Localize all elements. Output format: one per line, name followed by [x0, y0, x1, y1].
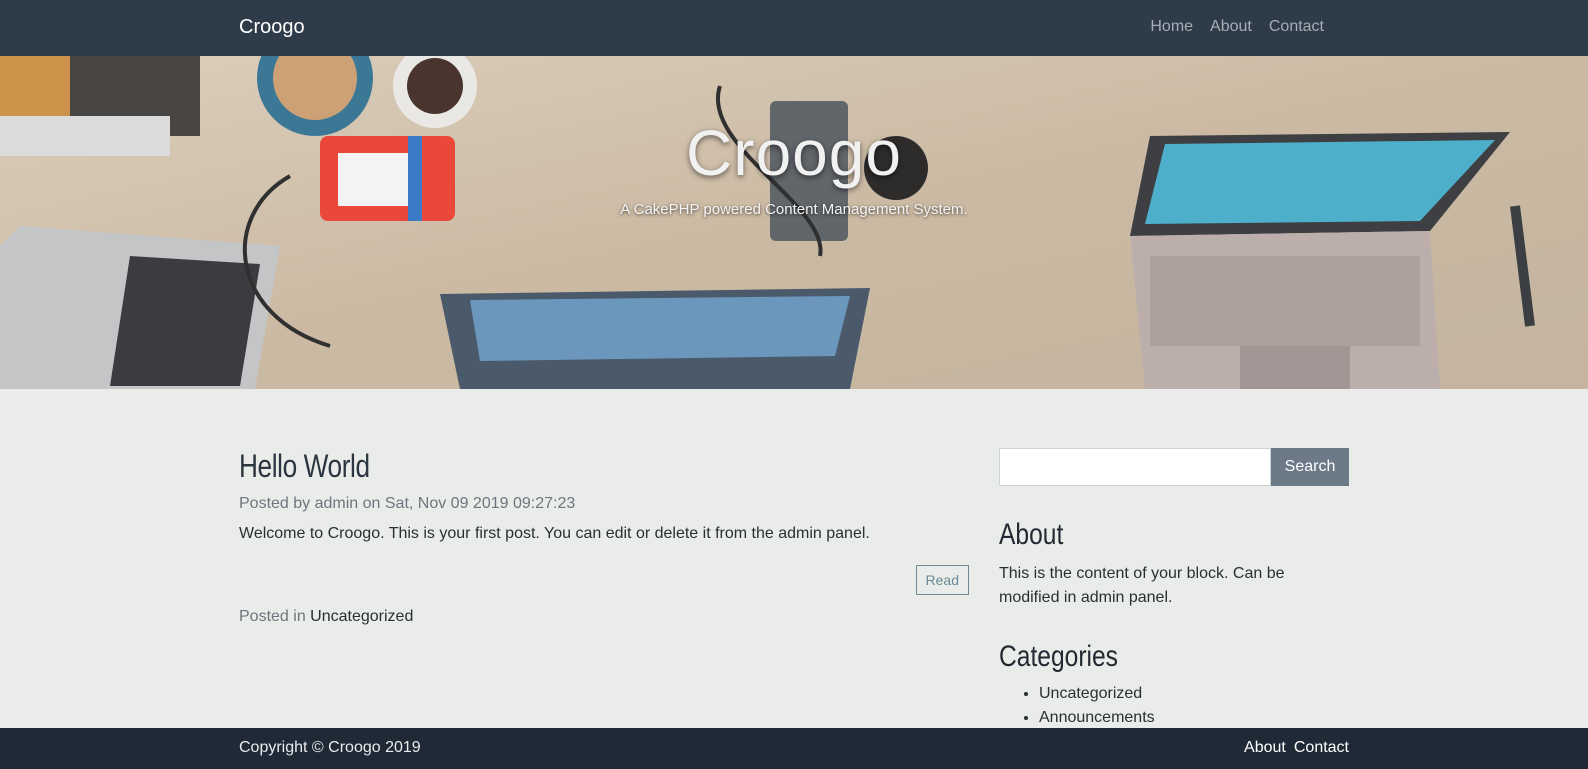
- post-meta: Posted by admin on Sat, Nov 09 2019 09:2…: [239, 495, 576, 512]
- hero-banner: Croogo A CakePHP powered Content Managem…: [0, 56, 1588, 389]
- categories-list: Uncategorized Announcements: [999, 682, 1349, 730]
- post-category-link[interactable]: Uncategorized: [310, 608, 413, 625]
- sidebar: Search About This is the content of your…: [999, 448, 1349, 730]
- about-heading: About: [999, 518, 1064, 551]
- posted-in: Posted in Uncategorized: [239, 608, 413, 626]
- posted-in-label: Posted in: [239, 608, 306, 625]
- footer-links: About Contact: [1244, 739, 1349, 757]
- nav-contact[interactable]: Contact: [1269, 18, 1324, 36]
- about-text: This is the content of your block. Can b…: [999, 565, 1285, 606]
- blog-post: Hello World Posted by admin on Sat, Nov …: [239, 448, 969, 625]
- hero-title: Croogo: [686, 117, 902, 189]
- post-body: Welcome to Croogo. This is your first po…: [239, 525, 870, 542]
- category-link-announcements[interactable]: Announcements: [1039, 709, 1155, 726]
- category-link-uncategorized[interactable]: Uncategorized: [1039, 685, 1142, 702]
- hero-background-image: [0, 56, 1588, 389]
- top-navbar: Croogo Home About Contact: [0, 0, 1588, 56]
- footer-about-link[interactable]: About: [1244, 739, 1286, 757]
- hero-subtitle: A CakePHP powered Content Management Sys…: [620, 201, 968, 218]
- nav-links: Home About Contact: [1150, 18, 1324, 36]
- nav-about[interactable]: About: [1210, 18, 1252, 36]
- brand-link[interactable]: Croogo: [239, 16, 305, 39]
- search-input[interactable]: [999, 448, 1271, 486]
- search-form: Search: [999, 448, 1349, 486]
- footer: Copyright © Croogo 2019 About Contact: [0, 728, 1588, 769]
- copyright-text: Copyright © Croogo 2019: [239, 739, 421, 756]
- post-title[interactable]: Hello World: [239, 448, 838, 485]
- footer-contact-link[interactable]: Contact: [1294, 739, 1349, 757]
- list-item: Uncategorized: [1039, 682, 1349, 706]
- read-more-button[interactable]: Read: [915, 565, 969, 595]
- categories-heading: Categories: [999, 640, 1118, 673]
- search-button[interactable]: Search: [1271, 448, 1349, 486]
- list-item: Announcements: [1039, 706, 1349, 730]
- nav-home[interactable]: Home: [1150, 18, 1193, 36]
